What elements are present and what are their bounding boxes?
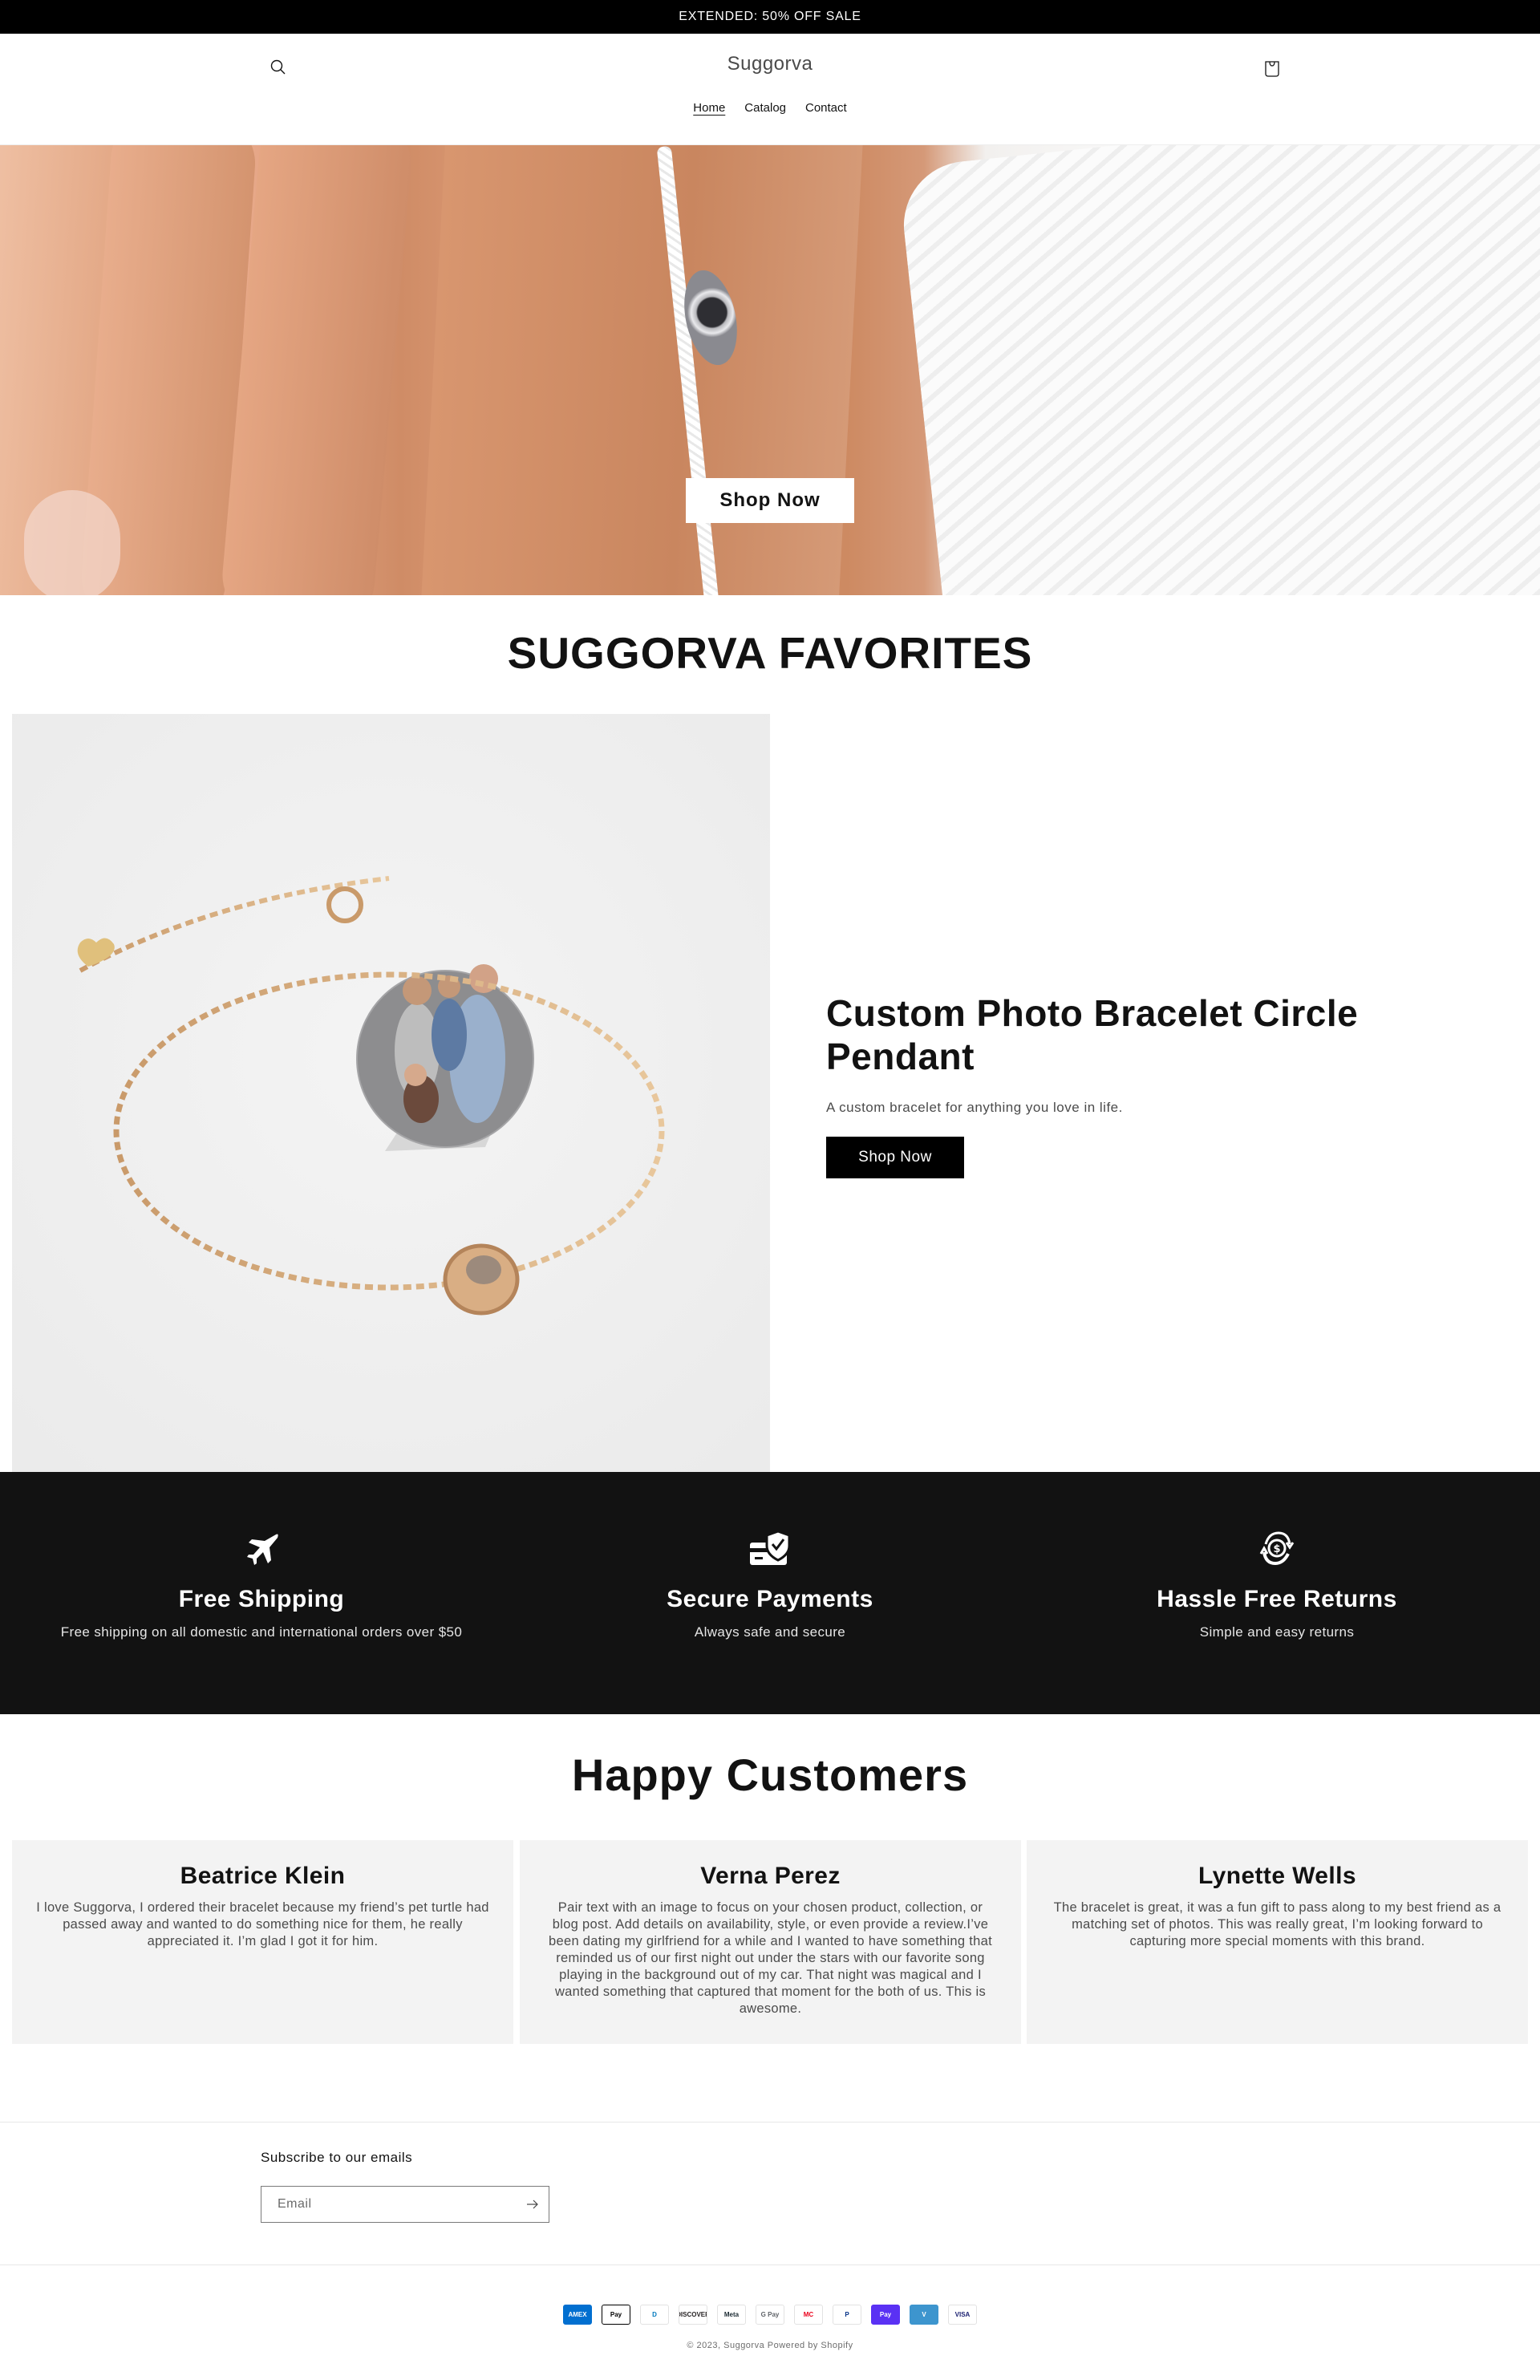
feature-text: Free shipping on all domestic and intern… [60, 1624, 463, 1640]
payment-icon-mastercard: MC [794, 2305, 823, 2325]
product-description: A custom bracelet for anything you love … [826, 1099, 1123, 1115]
feature-hassle-free-returns: $ Hassle Free Returns Simple and easy re… [1020, 1528, 1534, 1640]
testimonial-card: Beatrice Klein I love Suggorva, I ordere… [12, 1840, 513, 2044]
feature-title: Free Shipping [178, 1586, 345, 1612]
testimonial-text: I love Suggorva, I ordered their bracele… [36, 1900, 489, 1948]
feature-free-shipping: Free Shipping Free shipping on all domes… [5, 1528, 518, 1640]
payment-icon-diners-club: D [640, 2305, 669, 2325]
payment-icon-visa: VISA [948, 2305, 977, 2325]
svg-text:$: $ [1273, 1543, 1280, 1555]
payment-icons: AMEX Pay D DISCOVER Meta G Pay MC P Pay V VISA [563, 2305, 977, 2325]
payment-icon-american-express: AMEX [563, 2305, 592, 2325]
hero-fingernail-image [24, 490, 120, 595]
feature-title: Hassle Free Returns [1157, 1586, 1397, 1612]
nav-catalog[interactable]: Catalog [744, 101, 786, 115]
testimonial-card: Lynette Wells The bracelet is great, it … [1027, 1840, 1528, 2044]
payment-icon-discover: DISCOVER [679, 2305, 707, 2325]
nav-contact[interactable]: Contact [805, 101, 847, 115]
product-title[interactable]: Custom Photo Bracelet Circle Pendant [826, 991, 1404, 1079]
feature-title: Secure Payments [667, 1586, 873, 1612]
feature-secure-payments: Secure Payments Always safe and secure [513, 1528, 1027, 1640]
newsletter-form [261, 2186, 549, 2223]
announcement-bar: EXTENDED: 50% OFF SALE [0, 0, 1540, 34]
store-logo[interactable]: Suggorva [0, 53, 1540, 75]
bracelet-illustration [12, 714, 770, 1472]
hero-shop-now-button[interactable]: Shop Now [686, 478, 854, 523]
favorites-title: SUGGORVA FAVORITES [507, 628, 1033, 678]
copyright-text: © 2023, Suggorva Powered by Shopify [687, 2341, 853, 2350]
testimonial-name: Beatrice Klein [180, 1863, 346, 1889]
card-shield-icon [750, 1530, 791, 1565]
testimonial-text: The bracelet is great, it was a fun gift… [1053, 1900, 1502, 1948]
payment-icon-paypal: P [833, 2305, 861, 2325]
testimonial-text: Pair text with an image to focus on your… [549, 1900, 992, 2016]
money-return-icon: $ [1259, 1531, 1295, 1566]
payment-icon-venmo: V [910, 2305, 938, 2325]
newsletter-label: Subscribe to our emails [261, 2150, 413, 2165]
main-nav: Home Catalog Contact [0, 101, 1540, 115]
email-input[interactable] [261, 2187, 517, 2222]
subscribe-submit-button[interactable] [517, 2187, 549, 2222]
testimonial-card: Verna Perez Pair text with an image to f… [520, 1840, 1021, 2044]
testimonial-name: Verna Perez [700, 1863, 841, 1889]
payment-icon-meta-pay: Meta [717, 2305, 746, 2325]
nav-home[interactable]: Home [693, 101, 725, 115]
payment-icon-google-pay: G Pay [756, 2305, 784, 2325]
footer-divider [0, 2264, 1540, 2265]
feature-text: Simple and easy returns [1199, 1624, 1355, 1640]
product-shop-now-button[interactable]: Shop Now [826, 1136, 964, 1178]
featured-product-info: Custom Photo Bracelet Circle Pendant A c… [826, 991, 1404, 1178]
product-image[interactable] [12, 714, 770, 1472]
footer-divider [0, 2122, 1540, 2123]
features-band: Free Shipping Free shipping on all domes… [0, 1472, 1540, 1714]
arrow-right-icon [527, 2200, 538, 2208]
payment-icon-shop-pay: Pay [871, 2305, 900, 2325]
announcement-text: EXTENDED: 50% OFF SALE [679, 10, 861, 23]
testimonial-name: Lynette Wells [1198, 1863, 1356, 1889]
hero-wrist-image [419, 145, 865, 595]
cart-icon[interactable] [1262, 58, 1282, 79]
payment-icon-apple-pay: Pay [602, 2305, 630, 2325]
testimonials-title: Happy Customers [571, 1750, 969, 1800]
hero-sweater-image [898, 145, 1540, 595]
airplane-icon [247, 1534, 278, 1565]
feature-text: Always safe and secure [694, 1624, 846, 1640]
hero-banner: Shop Now [0, 145, 1540, 595]
site-header: Suggorva Home Catalog Contact [0, 34, 1540, 145]
